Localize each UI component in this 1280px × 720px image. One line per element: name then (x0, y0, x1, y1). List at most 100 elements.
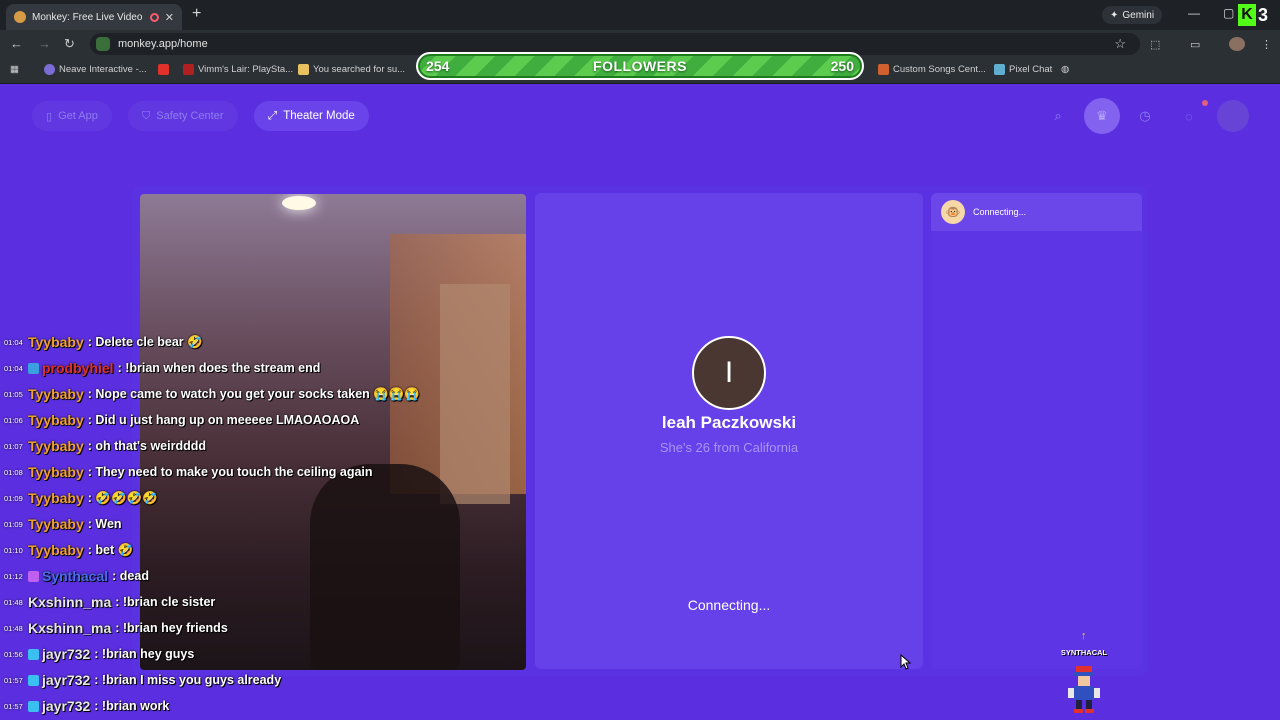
theater-mode-button[interactable]: ⤢ Theater Mode (254, 101, 369, 131)
globe-icon[interactable]: ◍ (1061, 64, 1069, 75)
match-initial: I (724, 356, 734, 389)
bookmark-neave[interactable]: Neave Interactive -... (44, 64, 147, 75)
browser-tabstrip: Monkey: Free Live Video Chat ✕ + ✦ Gemin… (0, 0, 1280, 30)
menu-icon[interactable]: ⋮ (1261, 38, 1272, 51)
crown-icon[interactable]: ♛ (1084, 98, 1120, 134)
chat-message: 01:04 prodbyhiel: !brian when does the st… (4, 355, 320, 381)
chat-timestamp: 01:48 (4, 597, 23, 607)
history-icon[interactable]: ◷ (1132, 103, 1158, 129)
chat-username[interactable]: Kxshinn_ma (28, 594, 111, 610)
new-tab-icon[interactable]: + (192, 5, 201, 23)
monkey-favicon-icon (14, 11, 26, 23)
phone-icon: ▯ (46, 110, 53, 123)
tab-title: Monkey: Free Live Video Chat (32, 11, 144, 23)
url-text: monkey.app/home (118, 38, 208, 50)
recording-icon (149, 12, 159, 22)
chat-username[interactable]: jayr732 (42, 698, 90, 714)
match-chat-panel (931, 193, 1142, 669)
apps-grid-icon[interactable]: ▦ (10, 64, 19, 75)
chat-message: 01:12 Synthacal : dead (4, 563, 149, 589)
chat-text: : 🤣🤣🤣🤣 (87, 490, 158, 505)
kick-overlay: K 3 (1238, 3, 1278, 27)
followers-goal: 250 (830, 58, 854, 74)
bookmark-star-icon[interactable]: ☆ (1114, 36, 1126, 52)
safety-center-button[interactable]: ⛉ Safety Center (128, 101, 238, 131)
chat-message: 01:09 Tyybaby: Wen (4, 511, 122, 537)
chat-username[interactable]: Tyybaby (28, 386, 84, 402)
chat-text: : !brian hey friends (115, 621, 228, 635)
bookmark-vimm[interactable]: Vimm's Lair: PlaySta... (183, 64, 293, 75)
monkey-avatar-icon: 🐵 (941, 200, 965, 224)
shield-icon: ⛉ (142, 109, 151, 122)
chat-username[interactable]: jayr732 (42, 646, 90, 662)
chat-message: 01:06 Tyybaby: Did u just hang up on meee… (4, 407, 359, 433)
chat-username[interactable]: Tyybaby (28, 438, 84, 454)
mouse-cursor-icon (900, 654, 912, 670)
notification-dot (1202, 100, 1208, 106)
chat-message: 01:48 Kxshinn_ma: !brian cle sister (4, 589, 215, 615)
site-info-icon[interactable] (96, 37, 110, 51)
bookmark-label: Vimm's Lair: PlaySta... (198, 64, 294, 75)
cast-icon[interactable]: ▭ (1190, 38, 1200, 51)
bookmark-label: Pixel Chat (1009, 64, 1053, 75)
bookmark-label: Neave Interactive -... (59, 64, 147, 75)
video-person (310, 464, 460, 670)
chat-timestamp: 01:04 (4, 337, 23, 347)
chat-username[interactable]: Synthacal (42, 568, 108, 584)
chat-message: 01:48 Kxshinn_ma: !brian hey friends (4, 615, 228, 641)
restore-icon[interactable]: ▢ (1223, 6, 1234, 20)
close-tab-icon[interactable]: ✕ (165, 11, 174, 24)
gemini-button[interactable]: ✦ Gemini (1102, 6, 1163, 24)
connecting-status: Connecting... (687, 597, 771, 613)
chat-badge-icon (28, 674, 39, 686)
match-avatar: I (692, 336, 766, 410)
messages-icon[interactable]: ◌ (1176, 103, 1202, 129)
user-avatar[interactable] (1217, 100, 1249, 132)
get-app-button[interactable]: ▯ Get App (32, 101, 112, 131)
chat-username[interactable]: Tyybaby (28, 542, 84, 558)
minimize-icon[interactable]: — (1188, 6, 1200, 20)
chat-username[interactable]: Tyybaby (28, 412, 84, 428)
chat-timestamp: 01:04 (4, 363, 23, 373)
chat-text: : dead (112, 569, 149, 583)
chat-username[interactable]: Tyybaby (28, 516, 84, 532)
extensions-icon[interactable]: ⬚ (1150, 38, 1160, 51)
bookmark-pixel-chat[interactable]: Pixel Chat (994, 64, 1052, 75)
kick-logo-icon: K (1238, 4, 1256, 26)
chat-username[interactable]: Kxshinn_ma (28, 620, 111, 636)
custom-songs-favicon-icon (878, 64, 889, 75)
chat-message: 01:07 Tyybaby: oh that's weirdddd (4, 433, 206, 459)
kick-count: 3 (1258, 4, 1269, 25)
chat-message: 01:05 Tyybaby: Nope came to watch you get… (4, 381, 420, 407)
chat-username[interactable]: jayr732 (42, 672, 90, 688)
synthacal-mascot: ↑ SYNTHACAL (1054, 630, 1114, 718)
chat-message: 01:10 Tyybaby: bet 🤣 (4, 537, 133, 563)
profile-avatar[interactable] (1229, 37, 1245, 51)
chat-username[interactable]: Tyybaby (28, 464, 84, 480)
chat-badge-icon (28, 648, 39, 660)
pixel-character-icon (1068, 666, 1100, 713)
chat-username[interactable]: Tyybaby (28, 334, 84, 350)
gemini-label: Gemini (1122, 9, 1155, 21)
chat-text: : Nope came to watch you get your socks … (87, 386, 420, 401)
neave-favicon-icon (44, 64, 55, 75)
chat-username[interactable]: Tyybaby (28, 490, 84, 506)
chat-badge-icon (28, 700, 39, 712)
back-icon[interactable]: ← (10, 36, 23, 51)
chat-status: Connecting... (973, 207, 1027, 217)
chat-timestamp: 01:12 (4, 571, 23, 581)
chat-text: : !brian when does the stream end (117, 361, 321, 375)
bookmark-search[interactable]: You searched for su... (298, 64, 405, 75)
forward-icon[interactable]: → (38, 36, 51, 51)
browser-tab-monkey[interactable]: Monkey: Free Live Video Chat ✕ (6, 4, 182, 30)
chat-username[interactable]: prodbyhiel (42, 360, 114, 376)
match-info: She's 26 from California (659, 440, 799, 455)
reload-icon[interactable]: ↻ (64, 36, 75, 52)
bookmark-label: You searched for su... (313, 64, 406, 75)
bookmark-custom-songs[interactable]: Custom Songs Cent... (878, 64, 986, 75)
chat-badge-icon (28, 362, 39, 374)
search-icon[interactable]: ⌕ (1045, 103, 1071, 129)
chat-message: 01:57 jayr732: !brian work (4, 693, 169, 719)
chat-timestamp: 01:09 (4, 519, 23, 529)
bookmark-youtube[interactable] (158, 64, 169, 75)
